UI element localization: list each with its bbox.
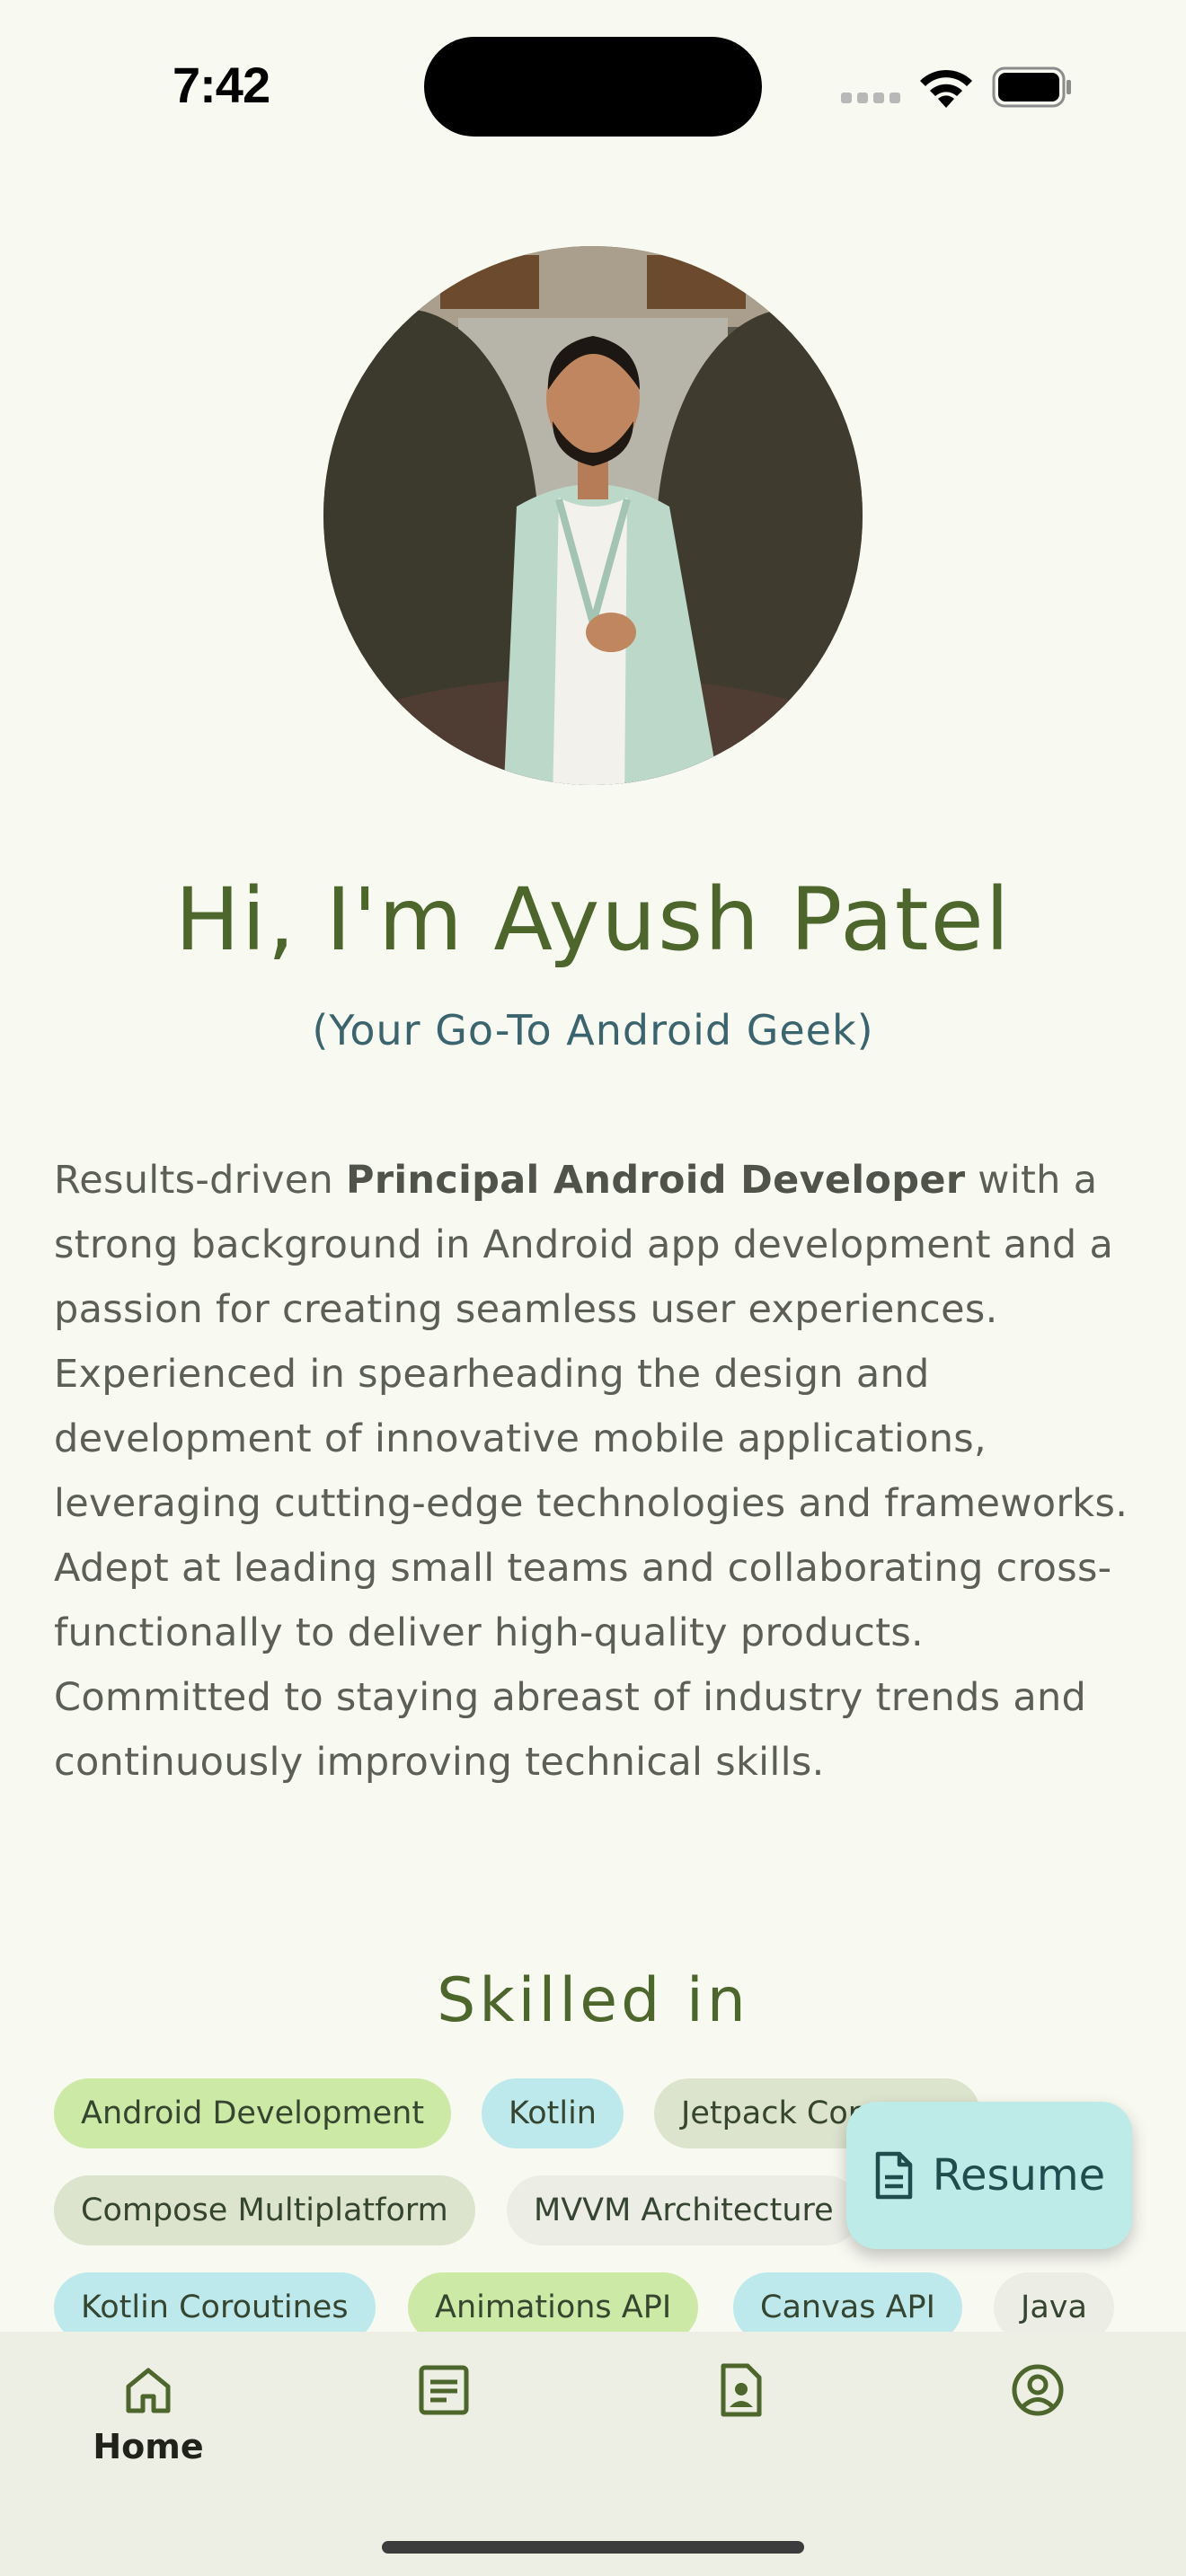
- skills-heading: Skilled in: [437, 1965, 749, 2036]
- wifi-icon: [920, 69, 972, 108]
- nav-item-articles[interactable]: [354, 2362, 534, 2479]
- home-indicator: [382, 2541, 804, 2554]
- dynamic-island: [424, 37, 762, 137]
- bio-text-rest: with a strong background in Android app …: [54, 1158, 1128, 1785]
- bio-paragraph: Results-driven Principal Android Develop…: [54, 1148, 1137, 1795]
- nav-label-home: Home: [93, 2427, 204, 2466]
- nav-item-contact[interactable]: [651, 2362, 831, 2479]
- battery-icon: [992, 66, 1071, 108]
- skill-chip: Android Development: [54, 2078, 452, 2148]
- account-circle-icon: [1012, 2364, 1064, 2416]
- skill-chip: Kotlin: [482, 2078, 624, 2148]
- contact-page-icon: [721, 2363, 762, 2417]
- bottom-navigation: Home: [0, 2332, 1186, 2576]
- bio-text-start: Results-driven: [54, 1158, 347, 1203]
- skill-chip: MVVM Architecture: [507, 2175, 861, 2245]
- bio-highlight: Principal Android Developer: [346, 1158, 966, 1203]
- skill-chip: Compose Multiplatform: [54, 2175, 475, 2245]
- home-icon: [126, 2368, 171, 2413]
- status-time: 7:42: [173, 57, 270, 113]
- nav-item-home[interactable]: Home: [58, 2362, 238, 2479]
- profile-avatar: [323, 246, 863, 785]
- greeting-heading: Hi, I'm Ayush Patel: [174, 869, 1012, 970]
- tagline: (Your Go-To Android Geek): [312, 1006, 874, 1054]
- nav-item-profile[interactable]: [948, 2362, 1128, 2479]
- resume-button[interactable]: Resume: [846, 2102, 1132, 2249]
- article-icon: [419, 2365, 469, 2415]
- signal-icon: [841, 93, 902, 105]
- document-icon: [875, 2151, 913, 2200]
- resume-button-label: Resume: [932, 2150, 1106, 2201]
